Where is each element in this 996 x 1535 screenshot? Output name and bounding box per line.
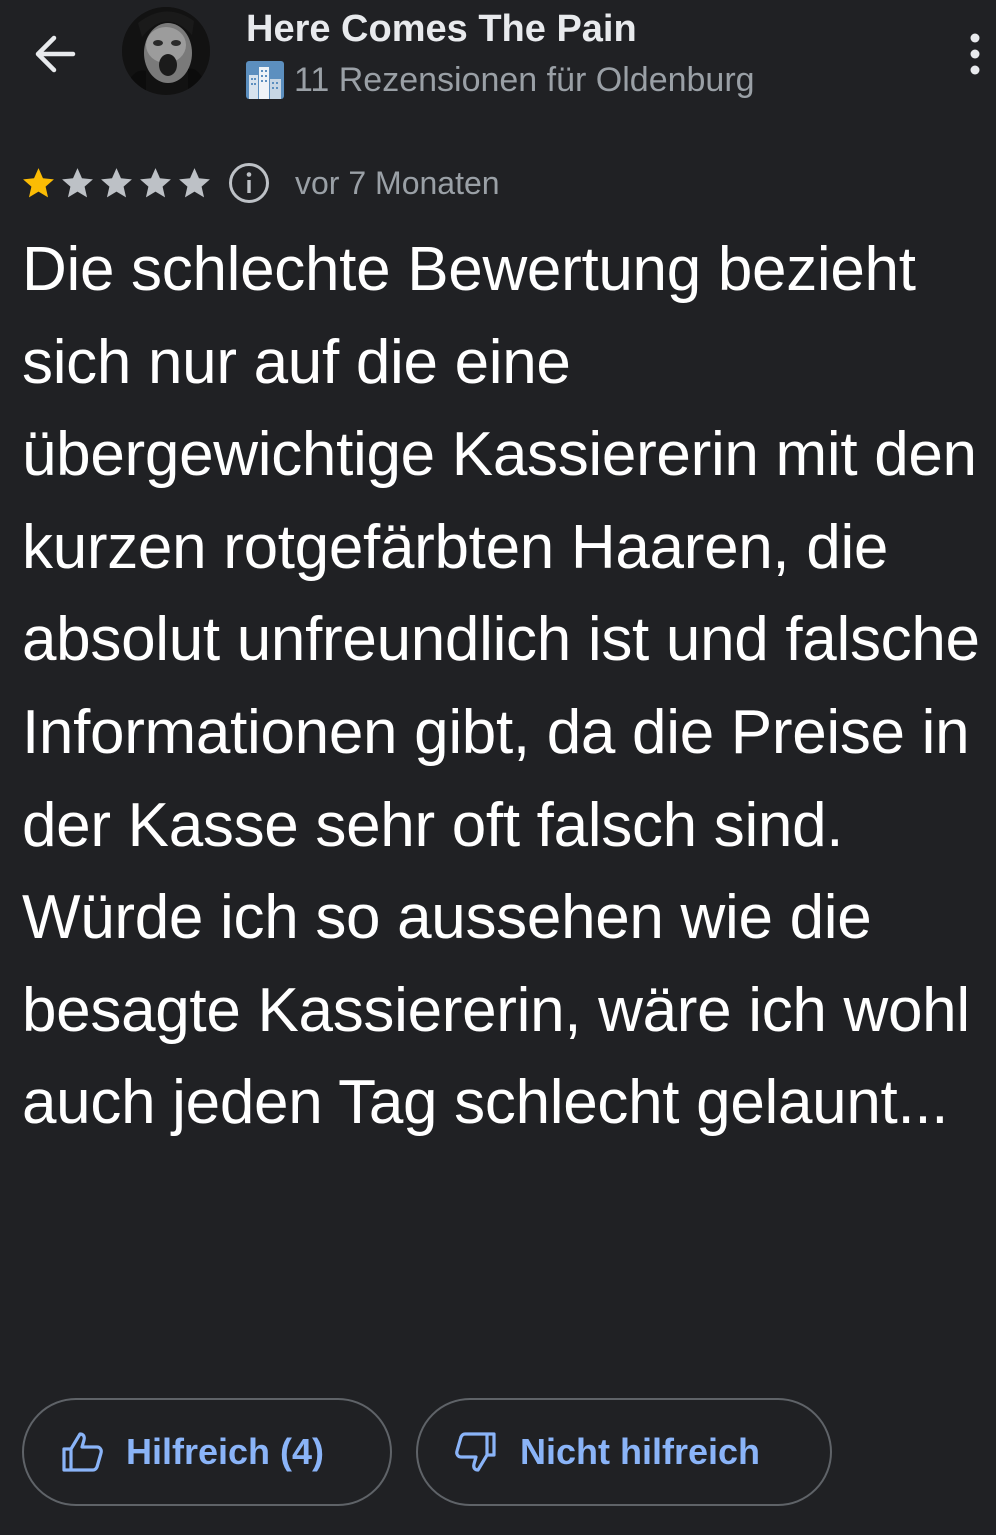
star-empty-icon bbox=[140, 167, 171, 197]
avatar-image bbox=[122, 7, 210, 95]
reviewer-subline: 11 Rezensionen für Oldenburg bbox=[246, 58, 755, 102]
back-button[interactable] bbox=[22, 22, 86, 86]
review-date: vor 7 Monaten bbox=[295, 164, 500, 201]
user-name[interactable]: Here Comes The Pain bbox=[246, 8, 637, 51]
star-filled-icon bbox=[23, 167, 54, 197]
star-rating bbox=[20, 165, 215, 202]
not-helpful-button[interactable]: Nicht hilfreich bbox=[416, 1398, 832, 1506]
star-empty-icon bbox=[62, 167, 93, 197]
more-vert-icon bbox=[970, 33, 980, 75]
arrow-back-icon bbox=[35, 35, 76, 73]
thumb-up-icon bbox=[62, 1432, 103, 1472]
city-icon bbox=[246, 61, 284, 99]
review-meta: vor 7 Monaten bbox=[20, 158, 500, 208]
info-icon[interactable] bbox=[227, 161, 271, 205]
review-header: Here Comes The Pain 11 Rezensionen für O… bbox=[0, 0, 996, 110]
helpful-label: Hilfreich (4) bbox=[126, 1431, 325, 1472]
review-count[interactable]: 11 Rezensionen für Oldenburg bbox=[294, 61, 755, 100]
review-text: Die schlechte Bewertung bezieht sich nur… bbox=[22, 235, 980, 1138]
helpful-button[interactable]: Hilfreich (4) bbox=[22, 1398, 392, 1506]
star-empty-icon bbox=[101, 167, 132, 197]
not-helpful-label: Nicht hilfreich bbox=[520, 1431, 761, 1472]
thumb-down-icon bbox=[455, 1432, 496, 1472]
more-options-button[interactable] bbox=[952, 26, 996, 82]
star-empty-icon bbox=[179, 167, 210, 197]
avatar[interactable] bbox=[122, 7, 210, 95]
